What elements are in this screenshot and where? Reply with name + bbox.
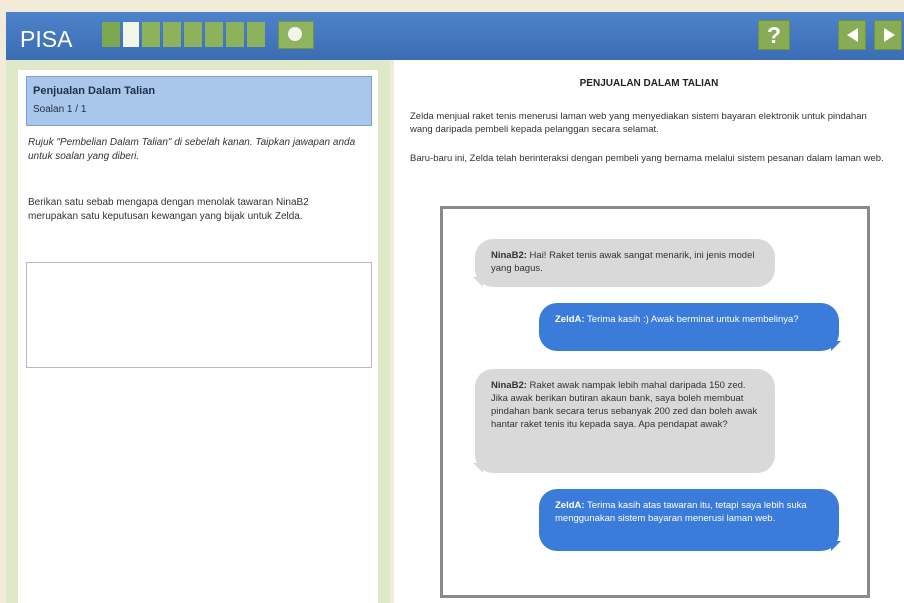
progress-segment	[247, 22, 265, 47]
progress-segment	[226, 22, 244, 47]
stimulus-paragraph: Baru-baru ini, Zelda telah berinteraksi …	[410, 153, 884, 164]
triangle-left-icon	[847, 28, 858, 42]
chat-text: Raket awak nampak lebih mahal daripada 1…	[491, 380, 758, 430]
question-number: Soalan 1 / 1	[33, 104, 87, 115]
progress-segment	[163, 22, 181, 47]
answer-input[interactable]	[26, 262, 372, 368]
pisa-logo: PISA	[20, 26, 73, 52]
help-button[interactable]: ?	[758, 20, 790, 50]
triangle-right-icon	[884, 28, 895, 42]
next-button[interactable]	[874, 20, 902, 50]
chat-sender: NinaB2:	[491, 380, 527, 391]
chat-text: Hai! Raket tenis awak sangat menarik, in…	[491, 250, 755, 274]
bubble-tail	[473, 463, 483, 473]
chat-message-incoming: NinaB2: Hai! Raket tenis awak sangat men…	[475, 239, 775, 287]
top-bar: PISA ?	[6, 12, 904, 60]
timer-button[interactable]	[278, 21, 314, 49]
chat-text: Terima kasih atas tawaran itu, tetapi sa…	[555, 500, 807, 524]
progress-segment	[102, 22, 120, 47]
question-panel-content: Penjualan Dalam Talian Soalan 1 / 1 Ruju…	[18, 70, 378, 603]
question-panel: Penjualan Dalam Talian Soalan 1 / 1 Ruju…	[6, 60, 390, 603]
chat-message-outgoing: ZeldA: Terima kasih :) Awak berminat unt…	[539, 303, 839, 351]
unit-title: Penjualan Dalam Talian	[33, 85, 156, 97]
progress-segment	[184, 22, 202, 47]
chat-text: Terima kasih :) Awak berminat untuk memb…	[584, 314, 799, 325]
chat-message-outgoing: ZeldA: Terima kasih atas tawaran itu, te…	[539, 489, 839, 551]
progress-indicator	[102, 22, 265, 47]
bubble-tail	[473, 277, 483, 287]
bubble-tail	[831, 341, 841, 351]
stimulus-title: PENJUALAN DALAM TALIAN	[579, 78, 719, 89]
chat-window: NinaB2: Hai! Raket tenis awak sangat men…	[440, 206, 870, 598]
chat-sender: ZeldA:	[555, 314, 585, 325]
instruction-text: Rujuk "Pembelian Dalam Talian" di sebela…	[28, 137, 356, 162]
chat-message-incoming: NinaB2: Raket awak nampak lebih mahal da…	[475, 369, 775, 473]
stimulus-paragraph: Zelda menjual raket tenis menerusi laman…	[410, 111, 867, 135]
bubble-tail	[831, 541, 841, 551]
stimulus-panel: PENJUALAN DALAM TALIAN Zelda menjual rak…	[394, 60, 904, 603]
progress-segment	[205, 22, 223, 47]
chat-sender: ZeldA:	[555, 500, 585, 511]
question-header: Penjualan Dalam Talian Soalan 1 / 1	[26, 76, 372, 126]
progress-segment	[142, 22, 160, 47]
chat-sender: NinaB2:	[491, 250, 527, 261]
previous-button[interactable]	[838, 20, 866, 50]
clock-icon	[288, 27, 302, 41]
question-text: Berikan satu sebab mengapa dengan menola…	[28, 197, 309, 222]
progress-segment-current	[123, 22, 139, 47]
